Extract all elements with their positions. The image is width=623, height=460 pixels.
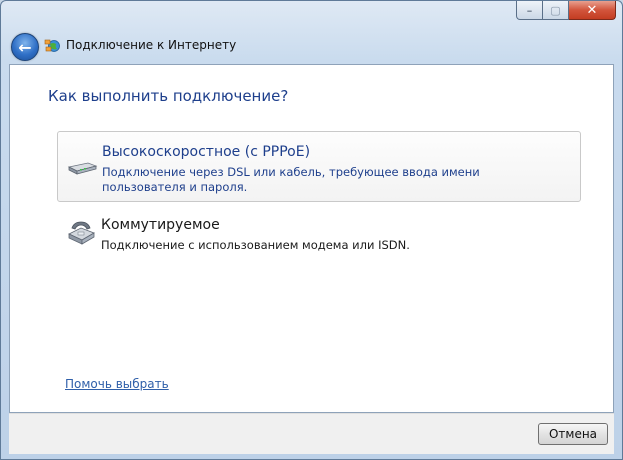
- dialog-window: – ▢ ✕ ← Подключение к Интернету Как выпо…: [0, 0, 623, 460]
- option-title: Коммутируемое: [101, 217, 220, 233]
- help-choose-link[interactable]: Помочь выбрать: [65, 377, 169, 391]
- modem-icon: [67, 162, 98, 175]
- option-description: Подключение через DSL или кабель, требую…: [102, 165, 480, 194]
- option-broadband-pppoe[interactable]: Высокоскоростное (с PPPoE) Подключение ч…: [57, 131, 581, 202]
- window-title: Подключение к Интернету: [66, 38, 237, 52]
- back-button[interactable]: ←: [11, 33, 39, 61]
- cancel-button[interactable]: Отмена: [538, 423, 608, 445]
- content-area: Как выполнить подключение? Высокоскорост…: [9, 64, 614, 413]
- maximize-button[interactable]: ▢: [543, 1, 569, 20]
- option-dialup[interactable]: Коммутируемое Подключение с использовани…: [57, 210, 581, 260]
- minimize-button[interactable]: –: [516, 1, 543, 20]
- page-heading: Как выполнить подключение?: [48, 87, 289, 105]
- caption-buttons: – ▢ ✕: [516, 1, 616, 20]
- option-title: Высокоскоростное (с PPPoE): [102, 144, 311, 160]
- option-description: Подключение с использованием модема или …: [101, 238, 410, 252]
- phone-icon: [68, 221, 95, 245]
- dialog-footer: Отмена: [9, 413, 614, 454]
- back-arrow-icon: ←: [18, 37, 32, 57]
- close-button[interactable]: ✕: [569, 1, 616, 20]
- network-globe-icon: [44, 39, 60, 52]
